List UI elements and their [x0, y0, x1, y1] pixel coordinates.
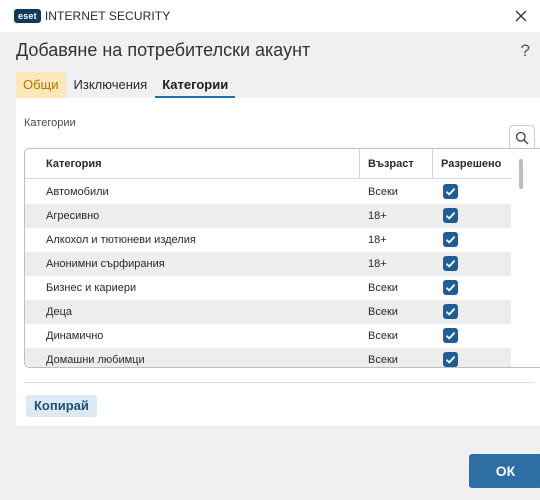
column-header-allowed[interactable]: Разрешено — [441, 149, 501, 179]
category-name: Бизнес и кариери — [46, 282, 137, 294]
allowed-checkbox[interactable] — [443, 352, 458, 367]
tab-general[interactable]: Общи — [16, 72, 66, 98]
tab-categories[interactable]: Категории — [155, 72, 236, 98]
allowed-checkbox[interactable] — [443, 256, 458, 271]
check-icon — [445, 307, 456, 316]
table-row[interactable]: Домашни любимци Всеки — [25, 348, 511, 367]
table-header: Категория Възраст Разрешено — [25, 149, 511, 179]
age-value: 18+ — [368, 210, 387, 222]
table-row[interactable]: Агресивно 18+ — [25, 204, 511, 228]
age-value: Всеки — [368, 354, 398, 366]
check-icon — [445, 187, 456, 196]
dialog-header: Добавяне на потребителски акаунт ? — [0, 32, 540, 72]
help-button[interactable]: ? — [521, 41, 530, 61]
title-bar: eset INTERNET SECURITY — [0, 0, 540, 32]
divider — [24, 382, 534, 383]
check-icon — [445, 355, 456, 364]
column-divider[interactable] — [432, 149, 433, 179]
allowed-checkbox[interactable] — [443, 184, 458, 199]
category-name: Деца — [46, 306, 72, 318]
categories-panel: Категории Категория Възраст Разрешено Ав… — [16, 98, 540, 426]
allowed-checkbox[interactable] — [443, 328, 458, 343]
check-icon — [445, 211, 456, 220]
allowed-checkbox[interactable] — [443, 208, 458, 223]
allowed-checkbox[interactable] — [443, 232, 458, 247]
table-row[interactable]: Бизнес и кариери Всеки — [25, 276, 511, 300]
column-header-age[interactable]: Възраст — [368, 149, 414, 179]
close-icon — [515, 10, 527, 22]
table-row[interactable]: Деца Всеки — [25, 300, 511, 324]
allowed-checkbox[interactable] — [443, 280, 458, 295]
table-row[interactable]: Автомобили Всеки — [25, 180, 511, 204]
check-icon — [445, 283, 456, 292]
table-row[interactable]: Алкохол и тютюневи изделия 18+ — [25, 228, 511, 252]
vertical-scrollbar[interactable] — [519, 159, 523, 189]
category-name: Агресивно — [46, 210, 100, 222]
table-body: Автомобили Всеки Агресивно 18+ Алкохол и тют… — [25, 180, 511, 367]
category-name: Автомобили — [46, 186, 109, 198]
age-value: Всеки — [368, 306, 398, 318]
search-icon — [515, 131, 529, 145]
allowed-checkbox[interactable] — [443, 304, 458, 319]
age-value: Всеки — [368, 330, 398, 342]
check-icon — [445, 259, 456, 268]
category-name: Анонимни сърфирания — [46, 258, 165, 270]
copy-button[interactable]: Копирай — [26, 395, 97, 417]
page-title: Добавяне на потребителски акаунт — [16, 40, 311, 60]
close-button[interactable] — [510, 6, 532, 26]
column-header-category[interactable]: Категория — [46, 149, 102, 179]
logo-badge: eset — [14, 9, 41, 23]
categories-table: Категория Възраст Разрешено Автомобили Вс… — [24, 148, 540, 368]
age-value: 18+ — [368, 234, 387, 246]
tab-exclusions[interactable]: Изключения — [67, 72, 155, 98]
table-row[interactable]: Анонимни сърфирания 18+ — [25, 252, 511, 276]
table-row[interactable]: Динамично Всеки — [25, 324, 511, 348]
age-value: Всеки — [368, 282, 398, 294]
category-name: Динамично — [46, 330, 104, 342]
eset-logo: eset INTERNET SECURITY — [14, 9, 170, 23]
category-name: Алкохол и тютюневи изделия — [46, 234, 196, 246]
ok-button[interactable]: ОК — [469, 454, 540, 488]
age-value: 18+ — [368, 258, 387, 270]
column-divider[interactable] — [359, 149, 360, 179]
check-icon — [445, 235, 456, 244]
age-value: Всеки — [368, 186, 398, 198]
product-name: INTERNET SECURITY — [44, 9, 171, 23]
tab-bar: Общи Изключения Категории — [16, 72, 236, 98]
category-name: Домашни любимци — [46, 354, 145, 366]
check-icon — [445, 331, 456, 340]
section-label: Категории — [24, 117, 76, 129]
